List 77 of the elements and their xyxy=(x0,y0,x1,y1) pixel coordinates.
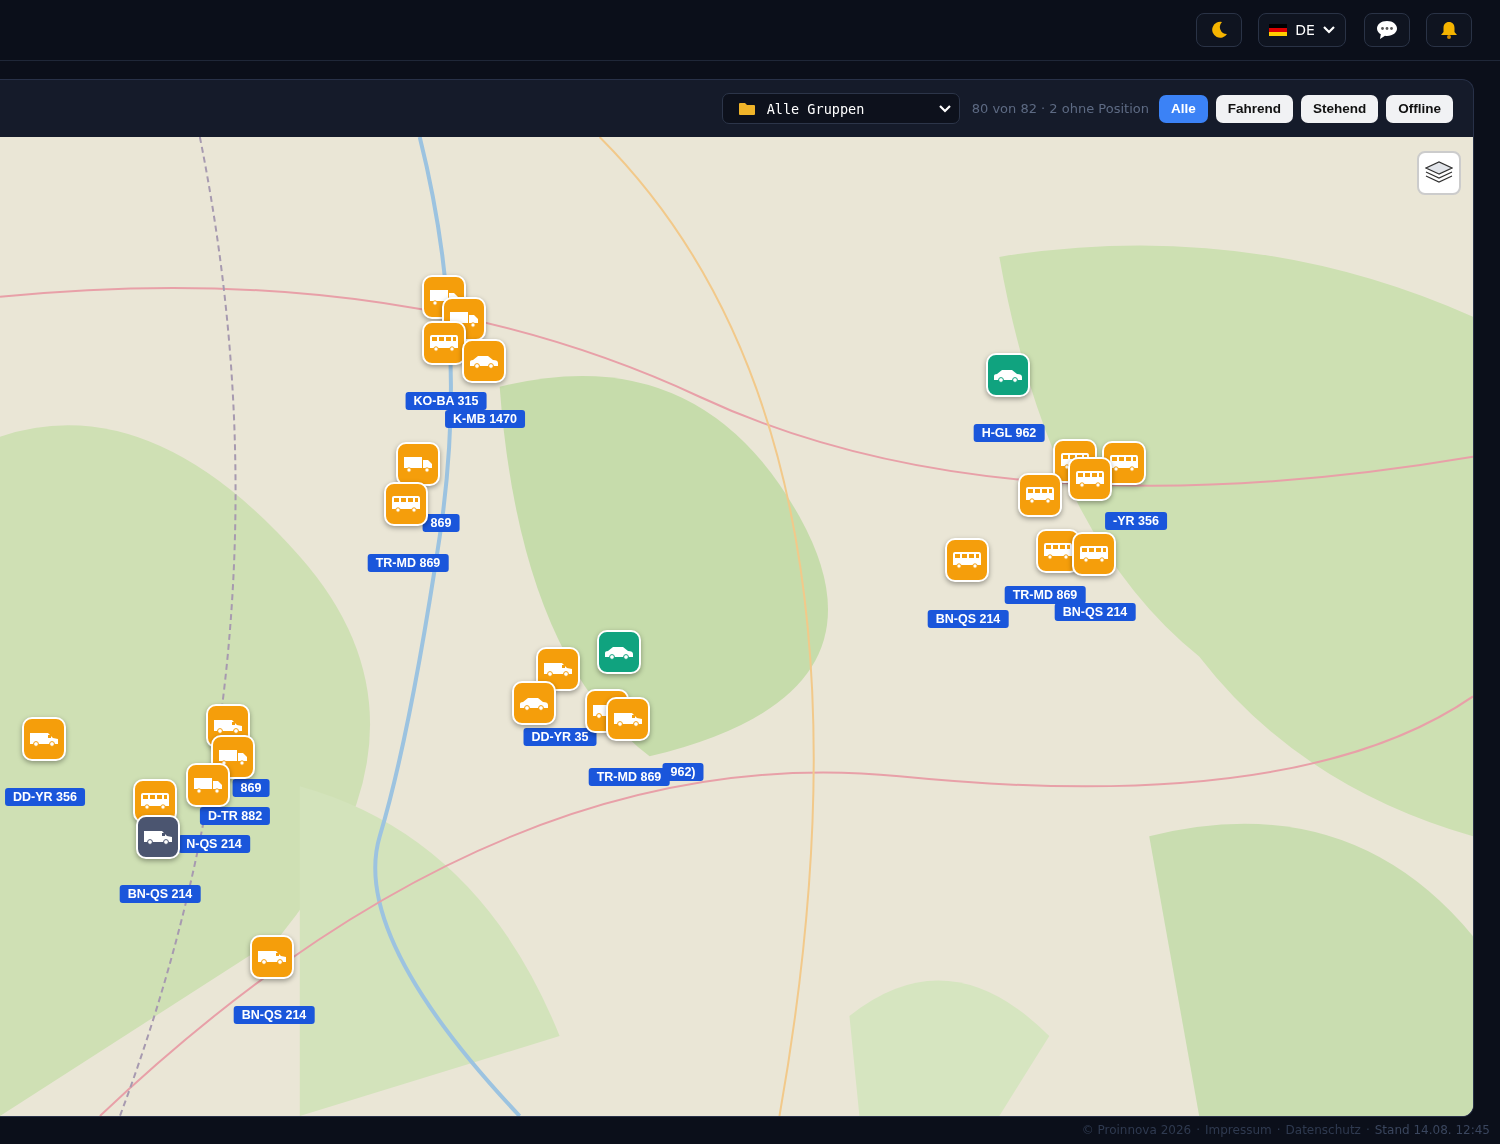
car-icon xyxy=(469,353,499,369)
van-icon xyxy=(143,828,173,846)
truck-icon xyxy=(403,455,433,473)
car-icon xyxy=(604,644,634,660)
layers-button[interactable] xyxy=(1417,151,1461,195)
flag-icon xyxy=(1269,24,1287,36)
plate-label: -YR 356 xyxy=(1105,512,1167,530)
filter-tab[interactable]: Stehend xyxy=(1301,94,1379,123)
vehicle-marker[interactable] xyxy=(512,681,556,725)
truck-icon xyxy=(218,748,248,766)
car-icon xyxy=(519,695,549,711)
bus-icon xyxy=(391,495,421,513)
bus-icon xyxy=(429,334,459,352)
plate-label: H-GL 962 xyxy=(973,424,1045,442)
folder-icon xyxy=(738,102,755,115)
moon-icon xyxy=(1209,20,1229,40)
bus-icon xyxy=(1075,470,1105,488)
van-icon xyxy=(213,717,243,735)
plate-label: 869 xyxy=(232,779,270,797)
plate-label: DD-YR 356 xyxy=(5,788,85,806)
plate-label: 869 xyxy=(422,514,460,532)
messages-button[interactable] xyxy=(1364,13,1410,47)
filter-tab[interactable]: Offline xyxy=(1386,94,1453,123)
group-select[interactable]: Alle Gruppen xyxy=(721,93,960,124)
vehicle-marker[interactable] xyxy=(422,321,466,365)
language-select[interactable]: DE xyxy=(1258,13,1346,47)
plate-label: BN-QS 214 xyxy=(119,885,201,903)
vehicle-marker[interactable] xyxy=(396,442,440,486)
plate-label: TR-MD 869 xyxy=(588,768,670,786)
plate-label: KO-BA 315 xyxy=(405,392,487,410)
vehicle-marker[interactable] xyxy=(384,482,428,526)
plate-label: BN-QS 214 xyxy=(1054,603,1136,621)
chat-bubble-icon xyxy=(1376,20,1398,40)
plate-label: TR-MD 869 xyxy=(367,554,449,572)
plate-label: DD-YR 35 xyxy=(523,728,597,746)
filter-tab[interactable]: Fahrend xyxy=(1215,94,1293,123)
bell-icon xyxy=(1439,20,1459,40)
car-icon xyxy=(993,367,1023,383)
bus-icon xyxy=(952,551,982,569)
notifications-button[interactable] xyxy=(1426,13,1472,47)
vehicle-marker[interactable] xyxy=(22,717,66,761)
vehicle-marker[interactable] xyxy=(462,339,506,383)
vehicle-marker[interactable] xyxy=(945,538,989,582)
van-icon xyxy=(29,730,59,748)
vehicle-marker[interactable] xyxy=(1072,532,1116,576)
footer-text: Stand 14.08. 12:45 xyxy=(1374,1123,1490,1137)
bus-icon xyxy=(1043,542,1073,560)
truck-icon xyxy=(193,776,223,794)
vehicle-count: 80 von 82 · 2 ohne Position xyxy=(971,101,1149,116)
separator: · xyxy=(1196,1123,1200,1137)
vehicle-marker[interactable] xyxy=(606,697,650,741)
plate-label: BN-QS 214 xyxy=(233,1006,315,1024)
bus-icon xyxy=(1025,486,1055,504)
bus-icon xyxy=(1079,545,1109,563)
plate-label: N-QS 214 xyxy=(178,835,250,853)
van-icon xyxy=(543,660,573,678)
vehicle-marker[interactable] xyxy=(597,630,641,674)
vehicle-marker[interactable] xyxy=(186,763,230,807)
vehicle-marker[interactable] xyxy=(1018,473,1062,517)
van-icon xyxy=(613,710,643,728)
bus-icon xyxy=(1109,454,1139,472)
vehicle-marker[interactable] xyxy=(986,353,1030,397)
plate-label: BN-QS 214 xyxy=(927,610,1009,628)
separator: · xyxy=(1276,1123,1281,1137)
vehicle-marker[interactable] xyxy=(136,815,180,859)
chevron-down-icon xyxy=(938,104,951,113)
plate-label: TR-MD 869 xyxy=(1004,586,1086,604)
plate-label: D-TR 882 xyxy=(199,807,271,825)
dark-mode-button[interactable] xyxy=(1196,13,1242,47)
vehicle-marker[interactable] xyxy=(1068,457,1112,501)
filter-tab[interactable]: Alle xyxy=(1158,94,1208,123)
chevron-down-icon xyxy=(1323,26,1335,34)
separator: · xyxy=(1365,1123,1370,1137)
vehicle-marker[interactable] xyxy=(250,935,294,979)
van-icon xyxy=(257,948,287,966)
bus-icon xyxy=(140,792,170,810)
plate-label: K-MB 1470 xyxy=(445,410,525,428)
